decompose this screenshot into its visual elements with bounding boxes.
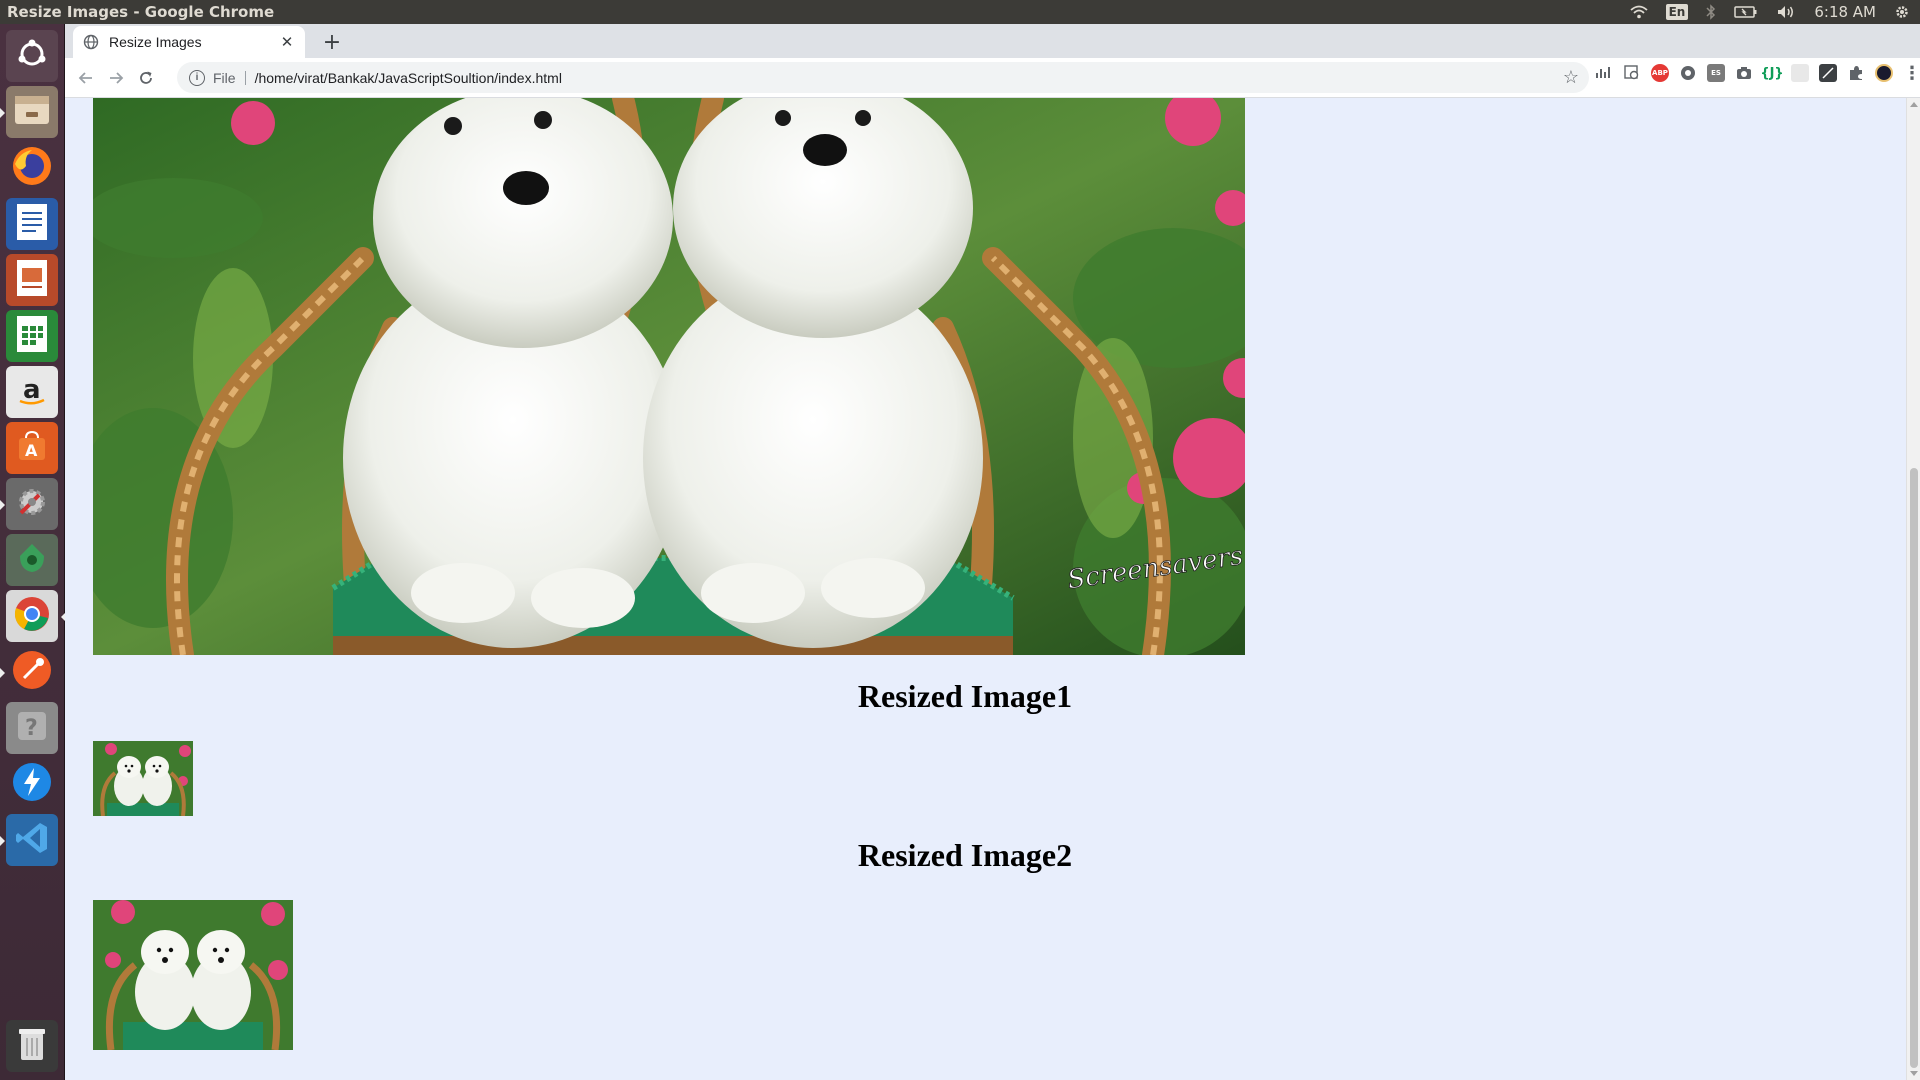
scrollbar-thumb[interactable]	[1910, 468, 1918, 1068]
launcher-writer[interactable]	[6, 198, 58, 250]
page-viewport: Screensavers.com Resized Image1 Resized …	[65, 98, 1920, 1080]
scroll-up-arrow-icon[interactable]	[1910, 102, 1918, 107]
battery-icon[interactable]	[1734, 5, 1758, 19]
back-button[interactable]	[71, 63, 101, 93]
launcher-app[interactable]	[6, 534, 58, 586]
browser-toolbar: i File /home/virat/Bankak/JavaScriptSoul…	[65, 58, 1920, 98]
system-tray: En 6:18 AM	[1630, 3, 1920, 21]
adblock-extension-icon[interactable]: ABP	[1651, 64, 1669, 82]
launcher-chrome[interactable]	[6, 590, 66, 642]
calc-icon	[14, 314, 50, 358]
address-bar[interactable]: i File /home/virat/Bankak/JavaScriptSoul…	[177, 62, 1589, 93]
inspect-extension-icon[interactable]	[1623, 64, 1641, 82]
info-icon[interactable]: i	[189, 69, 205, 86]
url-text[interactable]: /home/virat/Bankak/JavaScriptSoultion/in…	[255, 70, 562, 86]
launcher-help[interactable]: ?	[6, 702, 58, 754]
amazon-icon: a	[14, 372, 50, 412]
menu-kebab-icon[interactable]: ⋮	[1903, 63, 1920, 84]
json-extension-icon[interactable]: {J}	[1760, 64, 1783, 82]
launcher-software-center[interactable]: A	[6, 422, 58, 474]
settings-icon	[13, 483, 51, 525]
session-gear-icon[interactable]	[1894, 4, 1910, 20]
new-tab-button[interactable]: +	[319, 29, 345, 55]
trash-icon	[15, 1025, 49, 1067]
system-top-panel: Resize Images - Google Chrome En 6:18 AM	[0, 0, 1920, 24]
section-heading-resized-image2: Resized Image2	[857, 837, 1073, 873]
vertical-scrollbar[interactable]	[1906, 98, 1920, 1080]
software-center-icon: A	[14, 428, 50, 468]
camera-extension-icon[interactable]	[1735, 64, 1753, 82]
file-manager-icon	[12, 90, 52, 134]
chrome-icon	[12, 594, 52, 638]
launcher-amazon[interactable]: a	[6, 366, 58, 418]
globe-icon	[83, 34, 99, 50]
window-title: Resize Images - Google Chrome	[7, 3, 275, 21]
svg-text:A: A	[25, 441, 38, 460]
close-tab-icon[interactable]: ✕	[279, 33, 295, 51]
extensions-area: ABP ES {J} ⋮	[1595, 63, 1920, 84]
volume-icon[interactable]	[1776, 4, 1796, 20]
grid-extension-icon[interactable]	[1791, 64, 1809, 82]
launcher-files[interactable]	[0, 86, 58, 138]
plus-icon: +	[322, 29, 342, 55]
resized-image-2	[93, 900, 293, 1050]
section-heading-resized-image1: Resized Image1	[857, 678, 1073, 714]
arrow-left-icon	[78, 71, 92, 84]
arrow-right-icon	[110, 71, 124, 84]
ubuntu-logo-icon	[15, 37, 49, 75]
tab-title: Resize Images	[109, 34, 202, 50]
bookmark-star-icon[interactable]: ☆	[1563, 67, 1579, 88]
original-image: Screensavers.com	[93, 98, 1245, 655]
profile-avatar[interactable]	[1875, 64, 1893, 82]
resized-image-1	[93, 741, 193, 816]
es-extension-icon[interactable]: ES	[1707, 64, 1725, 82]
vscode-icon	[13, 819, 51, 861]
scroll-down-arrow-icon[interactable]	[1910, 1071, 1918, 1076]
puzzle-extensions-icon[interactable]	[1847, 64, 1865, 82]
svg-text:?: ?	[25, 716, 38, 741]
clock[interactable]: 6:18 AM	[1814, 3, 1876, 21]
launcher-vscode[interactable]	[0, 814, 58, 866]
launcher-firefox[interactable]	[6, 142, 58, 194]
analytics-extension-icon[interactable]	[1595, 64, 1613, 82]
wifi-icon[interactable]	[1630, 5, 1648, 19]
reload-button[interactable]	[131, 63, 161, 93]
help-icon: ?	[14, 708, 50, 748]
bluetooth-icon[interactable]	[1706, 4, 1716, 20]
launcher-trash[interactable]	[6, 1020, 58, 1072]
launcher-zeal[interactable]	[6, 758, 58, 810]
launcher-system-settings[interactable]	[0, 478, 58, 530]
chrome-window: Resize Images ✕ + i File /home/virat/Ban…	[65, 24, 1920, 1080]
launcher-postman[interactable]	[0, 646, 58, 698]
globe-extension-icon[interactable]	[1679, 64, 1697, 82]
postman-icon	[10, 648, 54, 696]
reload-icon	[140, 71, 152, 84]
keyboard-layout-indicator[interactable]: En	[1665, 4, 1689, 20]
firefox-icon	[10, 144, 54, 192]
app-icon	[14, 540, 50, 580]
launcher-calc[interactable]	[6, 310, 58, 362]
ubuntu-dash-button[interactable]	[6, 30, 58, 82]
unity-launcher: a A ?	[0, 24, 66, 1080]
forward-button[interactable]	[101, 63, 131, 93]
tab-resize-images[interactable]: Resize Images ✕	[73, 26, 305, 58]
writer-icon	[14, 202, 50, 246]
launcher-impress[interactable]	[6, 254, 58, 306]
tab-strip: Resize Images ✕ +	[65, 24, 1920, 58]
screenshot-extension-icon[interactable]	[1819, 64, 1837, 82]
impress-icon	[14, 258, 50, 302]
bolt-icon	[10, 760, 54, 808]
svg-text:a: a	[23, 375, 41, 405]
scheme-label: File	[213, 70, 246, 85]
